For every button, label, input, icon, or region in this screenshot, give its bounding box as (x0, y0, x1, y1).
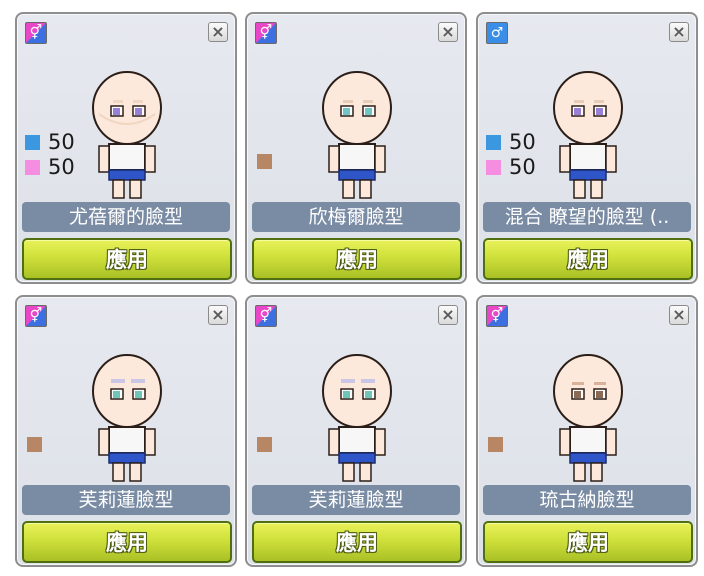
avatar (322, 354, 392, 482)
color-mix-value: 50 (509, 130, 536, 154)
color-swatch (486, 135, 501, 150)
color-swatch (25, 135, 40, 150)
avatar (553, 71, 623, 199)
apply-button[interactable]: 應用 (22, 521, 232, 563)
avatar (92, 71, 162, 199)
apply-button[interactable]: 應用 (22, 238, 232, 280)
mixed-gender-icon: ⚥ (25, 305, 47, 327)
close-icon[interactable]: × (208, 305, 228, 325)
color-mix-row: 50 (486, 157, 536, 178)
face-preset-grid: ⚥ × 50 50 尤蓓爾的臉型 應用 ⚥ × 欣梅爾臉型 應用 ♂ × 50 … (0, 0, 704, 576)
color-mix-row: 50 (486, 132, 536, 153)
color-swatch (27, 437, 42, 452)
face-card: ⚥ × 琉古納臉型 應用 (476, 295, 698, 567)
face-name: 芙莉蓮臉型 (252, 485, 460, 515)
apply-button[interactable]: 應用 (483, 238, 693, 280)
color-swatch (25, 160, 40, 175)
avatar (322, 71, 392, 199)
color-swatch (488, 437, 503, 452)
face-name: 芙莉蓮臉型 (22, 485, 230, 515)
close-icon[interactable]: × (669, 305, 689, 325)
face-card: ♂ × 50 50 混合 瞭望的臉型 (.. 應用 (476, 12, 698, 284)
face-card: ⚥ × 欣梅爾臉型 應用 (245, 12, 467, 284)
close-icon[interactable]: × (438, 22, 458, 42)
face-card: ⚥ × 芙莉蓮臉型 應用 (15, 295, 237, 567)
color-mix-row: 50 (25, 157, 75, 178)
apply-button[interactable]: 應用 (252, 238, 462, 280)
color-swatch (257, 154, 272, 169)
avatar (553, 354, 623, 482)
close-icon[interactable]: × (208, 22, 228, 42)
color-swatch (486, 160, 501, 175)
color-swatch (257, 437, 272, 452)
face-name: 混合 瞭望的臉型 (.. (483, 202, 691, 232)
close-icon[interactable]: × (438, 305, 458, 325)
mixed-gender-icon: ⚥ (255, 305, 277, 327)
color-mix-value: 50 (509, 155, 536, 179)
male-icon: ♂ (486, 22, 508, 44)
apply-button[interactable]: 應用 (483, 521, 693, 563)
face-card: ⚥ × 芙莉蓮臉型 應用 (245, 295, 467, 567)
avatar (92, 354, 162, 482)
color-mix-row: 50 (25, 132, 75, 153)
face-name: 尤蓓爾的臉型 (22, 202, 230, 232)
face-name: 琉古納臉型 (483, 485, 691, 515)
mixed-gender-icon: ⚥ (255, 22, 277, 44)
close-icon[interactable]: × (669, 22, 689, 42)
mixed-gender-icon: ⚥ (25, 22, 47, 44)
color-mix-value: 50 (48, 130, 75, 154)
face-name: 欣梅爾臉型 (252, 202, 460, 232)
color-mix-value: 50 (48, 155, 75, 179)
apply-button[interactable]: 應用 (252, 521, 462, 563)
mixed-gender-icon: ⚥ (486, 305, 508, 327)
face-card: ⚥ × 50 50 尤蓓爾的臉型 應用 (15, 12, 237, 284)
